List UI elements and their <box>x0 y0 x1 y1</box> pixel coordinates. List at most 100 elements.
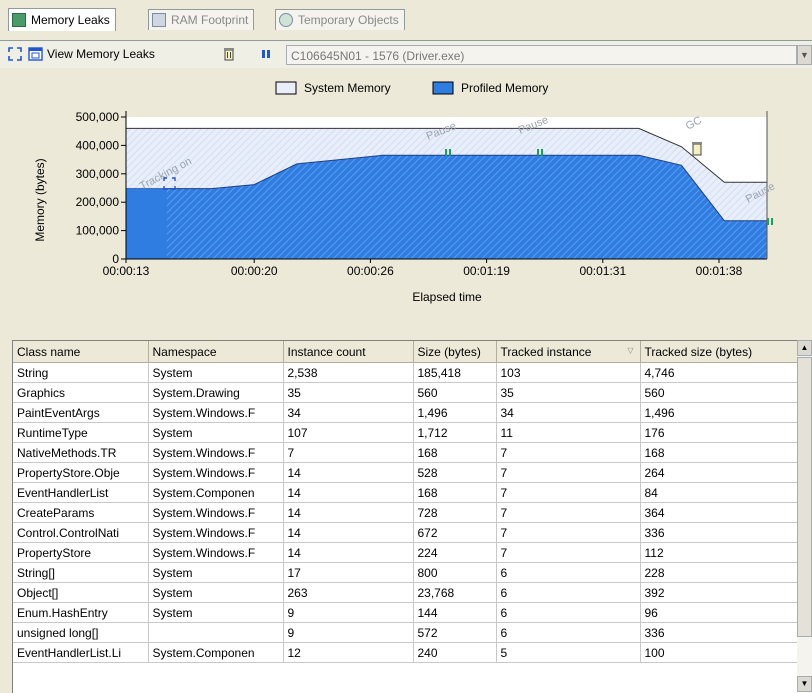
table-cell: RuntimeType <box>13 422 149 443</box>
legend-label-profiled: Profiled Memory <box>461 81 548 95</box>
table-cell: EventHandlerList <box>13 482 149 503</box>
table-row[interactable]: unsigned long[] 9 572 6 336 <box>13 622 799 643</box>
table-cell: PropertyStore <box>13 542 149 563</box>
process-selector[interactable]: C106645N01 - 1576 (Driver.exe) <box>286 45 797 65</box>
table-cell: EventHandlerList.Li <box>13 642 149 663</box>
table-cell: 107 <box>283 422 414 443</box>
table-cell: System.Windows.F <box>148 502 284 523</box>
table-cell: System <box>148 582 284 603</box>
table-cell: 100 <box>640 642 799 663</box>
pause-icon <box>262 50 270 58</box>
y-tick-label: 100,000 <box>76 224 120 238</box>
y-tick-label: 200,000 <box>76 195 120 209</box>
table-cell: 144 <box>413 602 497 623</box>
table-cell: String <box>13 362 149 383</box>
table-cell: 84 <box>640 482 799 503</box>
tab-temporary-objects[interactable]: Temporary Objects <box>275 9 405 30</box>
scroll-down-icon[interactable]: ▼ <box>797 676 812 692</box>
table-row[interactable]: Control.ControlNati System.Windows.F 14 672… <box>13 522 799 543</box>
table-cell: Enum.HashEntry <box>13 602 149 623</box>
table-cell: Graphics <box>13 382 149 403</box>
legend-swatch-profiled <box>432 81 454 95</box>
scrollbar-thumb[interactable] <box>797 357 812 637</box>
table-cell: 168 <box>640 442 799 463</box>
table-row[interactable]: String[] System 17 800 6 228 <box>13 562 799 583</box>
pause-button[interactable] <box>258 44 274 64</box>
table-cell: 336 <box>640 522 799 543</box>
start-tracking-button[interactable] <box>4 44 26 64</box>
table-row[interactable]: RuntimeType System 107 1,712 11 176 <box>13 422 799 443</box>
table-row[interactable]: PropertyStore System.Windows.F 14 224 7 112 <box>13 542 799 563</box>
pause-marker-3 <box>767 218 773 225</box>
table-cell: 96 <box>640 602 799 623</box>
vertical-scrollbar[interactable]: ▲ ▼ <box>797 340 812 692</box>
table-cell: 528 <box>413 462 497 483</box>
table-cell: 364 <box>640 502 799 523</box>
column-header-instance-count[interactable]: Instance count <box>283 341 414 363</box>
gc-button[interactable] <box>220 44 238 64</box>
table-cell: 168 <box>413 482 497 503</box>
tab-label: Temporary Objects <box>298 13 399 27</box>
table-row[interactable]: EventHandlerList.Li System.Componen 12 240 5… <box>13 642 799 663</box>
table-cell: System <box>148 562 284 583</box>
table-cell: 14 <box>283 542 414 563</box>
table-cell: 6 <box>496 622 641 643</box>
x-tick-label: 00:00:20 <box>231 264 278 278</box>
table-row[interactable]: NativeMethods.TR System.Windows.F 7 168 7 168 <box>13 442 799 463</box>
table-cell: System.Componen <box>148 482 284 503</box>
table-cell: PaintEventArgs <box>13 402 149 423</box>
table-row[interactable]: PaintEventArgs System.Windows.F 34 1,496 34 1… <box>13 402 799 423</box>
x-tick-label: 00:01:31 <box>579 264 626 278</box>
table-cell: 14 <box>283 482 414 503</box>
column-header-tracked-size[interactable]: Tracked size (bytes) <box>640 341 799 363</box>
table-cell: 35 <box>496 382 641 403</box>
table-cell: 185,418 <box>413 362 497 383</box>
table-cell: 800 <box>413 562 497 583</box>
chevron-down-icon[interactable]: ▼ <box>797 45 812 65</box>
table-row[interactable]: Enum.HashEntry System 9 144 6 96 <box>13 602 799 623</box>
y-axis-title: Memory (bytes) <box>33 158 47 241</box>
table-row[interactable]: CreateParams System.Windows.F 14 728 7 364 <box>13 502 799 523</box>
column-header-class-name[interactable]: Class name <box>13 341 149 363</box>
table-cell: System.Windows.F <box>148 462 284 483</box>
scroll-up-icon[interactable]: ▲ <box>797 340 812 356</box>
tab-memory-leaks[interactable]: Memory Leaks <box>8 8 116 31</box>
table-cell: 224 <box>413 542 497 563</box>
legend-label-system: System Memory <box>304 81 391 95</box>
temporary-objects-icon <box>279 13 293 27</box>
table-cell: 9 <box>283 622 414 643</box>
table-row[interactable]: PropertyStore.Obje System.Windows.F 14 528 7… <box>13 462 799 483</box>
table-row[interactable]: EventHandlerList System.Componen 14 168 7 84 <box>13 482 799 503</box>
table-cell: 560 <box>640 382 799 403</box>
table-cell: 7 <box>496 502 641 523</box>
table-cell: 11 <box>496 422 641 443</box>
table-row[interactable]: Graphics System.Drawing 35 560 35 560 <box>13 382 799 403</box>
table-cell: 263 <box>283 582 414 603</box>
column-header-namespace[interactable]: Namespace <box>148 341 284 363</box>
table-cell: 336 <box>640 622 799 643</box>
tab-label: Memory Leaks <box>31 13 110 27</box>
table-cell: 264 <box>640 462 799 483</box>
column-header-size[interactable]: Size (bytes) <box>413 341 497 363</box>
table-row[interactable]: Object[] System 263 23,768 6 392 <box>13 582 799 603</box>
table-cell: 6 <box>496 582 641 603</box>
table-cell: 1,496 <box>413 402 497 423</box>
gc-marker <box>692 142 702 156</box>
memory-chart: System Memory Profiled Memory 500,000 400… <box>33 81 777 304</box>
table-cell: 7 <box>496 522 641 543</box>
table-cell: 9 <box>283 602 414 623</box>
table-cell: System <box>148 602 284 623</box>
table-cell: 168 <box>413 442 497 463</box>
start-tracking-icon <box>8 47 22 61</box>
column-header-tracked-instance[interactable]: Tracked instance ▽ <box>496 341 641 363</box>
x-tick-label: 00:01:19 <box>463 264 510 278</box>
table-cell: 240 <box>413 642 497 663</box>
table-cell: System.Drawing <box>148 382 284 403</box>
table-cell: CreateParams <box>13 502 149 523</box>
table-body: String System 2,538 185,418 103 4,746 Graphics… <box>13 362 799 663</box>
table-row[interactable]: String System 2,538 185,418 103 4,746 <box>13 362 799 383</box>
table-cell: 17 <box>283 562 414 583</box>
view-memory-leaks-button[interactable]: View Memory Leaks <box>28 44 155 64</box>
tab-ram-footprint[interactable]: RAM Footprint <box>148 9 255 30</box>
table-cell: 4,746 <box>640 362 799 383</box>
